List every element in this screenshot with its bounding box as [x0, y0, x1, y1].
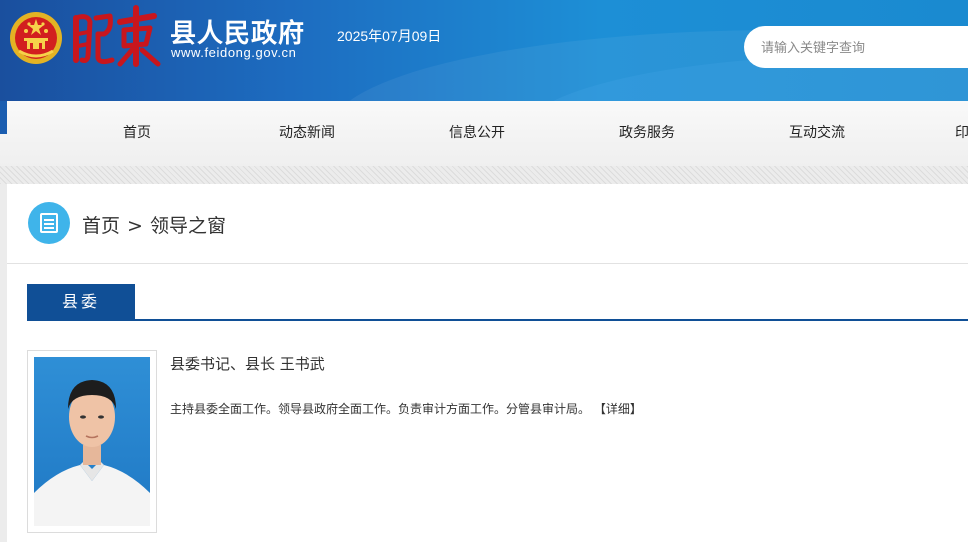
nav-item-interaction[interactable]: 互动交流 [789, 101, 845, 166]
site-header: 县人民政府 www.feidong.gov.cn 2025年07月09日 [0, 0, 968, 101]
detail-link[interactable]: 【详细】 [594, 402, 642, 416]
main-nav: 首页 动态新闻 信息公开 政务服务 互动交流 印 [0, 101, 968, 166]
leader-photo[interactable] [27, 350, 157, 533]
breadcrumb-separator: > [127, 215, 143, 237]
current-date: 2025年07月09日 [337, 28, 442, 44]
nav-item-gov-services[interactable]: 政务服务 [619, 101, 675, 166]
section-tab-county-committee[interactable]: 县委 [27, 284, 135, 320]
divider [7, 263, 968, 264]
leader-name: 县委书记、县长 王书武 [170, 355, 325, 373]
search-input[interactable] [744, 26, 968, 68]
nav-item-news[interactable]: 动态新闻 [279, 101, 335, 166]
content-panel: 首页 > 领导之窗 县委 县委书记、县长 王书武 主持县委全面工作。领导县政府全面工… [7, 184, 968, 542]
breadcrumb: 首页 > 领导之窗 [82, 211, 226, 238]
section-underline [27, 319, 968, 321]
leader-duties: 主持县委全面工作。领导县政府全面工作。负责审计方面工作。分管县审计局。 [170, 402, 591, 416]
feidong-calligraphy-logo [73, 5, 161, 67]
breadcrumb-current: 领导之窗 [149, 215, 226, 237]
nav-item-home[interactable]: 首页 [123, 101, 151, 166]
nav-accent-bar [0, 101, 7, 134]
document-icon [28, 202, 70, 244]
leader-description: 主持县委全面工作。领导县政府全面工作。负责审计方面工作。分管县审计局。 【详细】 [170, 400, 642, 417]
decorative-pattern-strip [0, 166, 968, 184]
nav-item-partial[interactable]: 印 [955, 101, 968, 166]
national-emblem-icon[interactable] [9, 11, 63, 65]
breadcrumb-home[interactable]: 首页 [82, 215, 120, 237]
site-url: www.feidong.gov.cn [171, 45, 297, 60]
nav-item-info-disclosure[interactable]: 信息公开 [449, 101, 505, 166]
leader-portrait-image [34, 357, 150, 526]
